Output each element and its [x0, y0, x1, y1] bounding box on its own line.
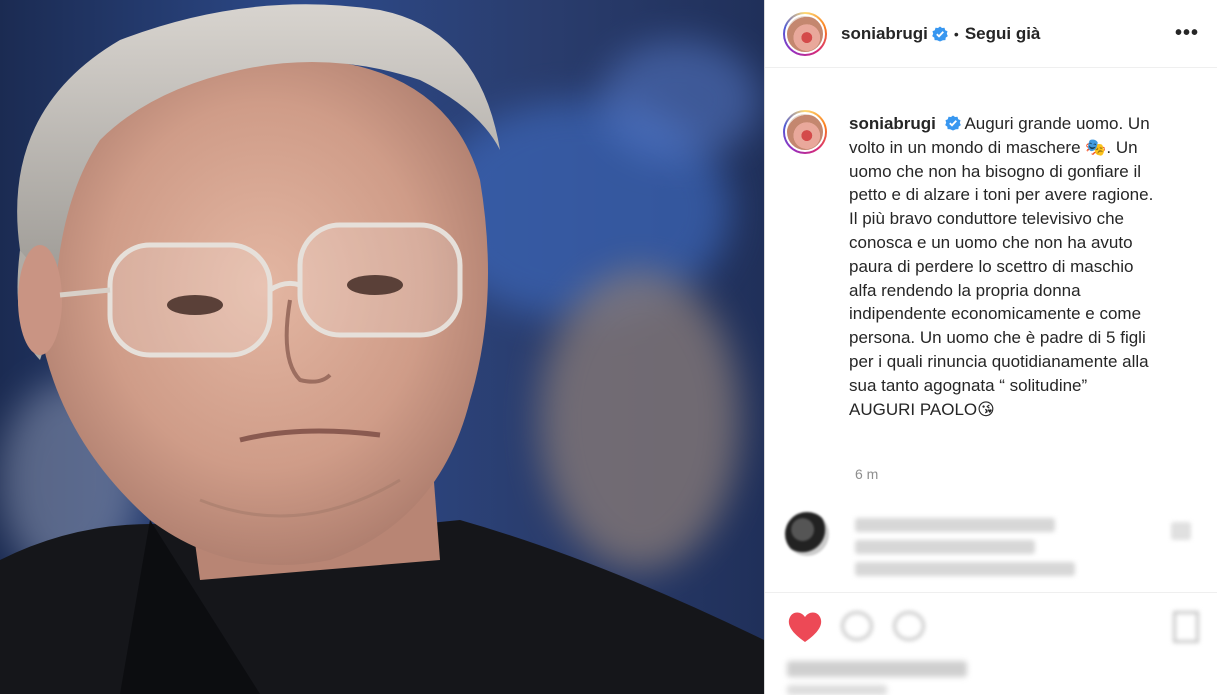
- caption: soniabrugi Auguri grande uomo. Un volto …: [783, 110, 1199, 421]
- action-bar: [765, 592, 1217, 695]
- blurred-comment-line: [855, 562, 1075, 576]
- bookmark-icon[interactable]: [1173, 611, 1199, 643]
- post-image[interactable]: [0, 0, 764, 694]
- comment-item: [785, 512, 1199, 584]
- verified-badge-icon: [932, 26, 948, 41]
- blurred-comment-line: [855, 540, 1035, 554]
- comment-icon[interactable]: [841, 611, 873, 641]
- man-portrait: [0, 4, 764, 694]
- commenter-avatar[interactable]: [785, 512, 829, 556]
- verified-badge-icon: [944, 115, 961, 131]
- more-options-icon[interactable]: •••: [1175, 22, 1199, 45]
- username[interactable]: soniabrugi: [841, 24, 928, 44]
- caption-body: soniabrugi Auguri grande uomo. Un volto …: [849, 112, 1155, 421]
- caption-avatar[interactable]: [783, 110, 827, 154]
- user-avatar[interactable]: [783, 11, 827, 56]
- separator-dot: •: [953, 25, 959, 42]
- caption-text: Auguri grande uomo. Un volto in un mondo…: [849, 114, 1154, 419]
- caption-username[interactable]: soniabrugi: [849, 114, 936, 133]
- blurred-likes-count: [787, 661, 967, 677]
- post-time[interactable]: 6 m: [855, 466, 878, 482]
- share-icon[interactable]: [893, 611, 925, 641]
- blurred-comment-line: [855, 518, 1055, 532]
- comment-like-icon[interactable]: [1171, 522, 1191, 540]
- like-heart-icon[interactable]: [787, 611, 823, 643]
- post-header: soniabrugi • Segui già •••: [765, 0, 1217, 68]
- follow-button[interactable]: Segui già: [965, 24, 1041, 44]
- post-sidebar: soniabrugi • Segui già ••• soniabrugi Au…: [764, 0, 1217, 695]
